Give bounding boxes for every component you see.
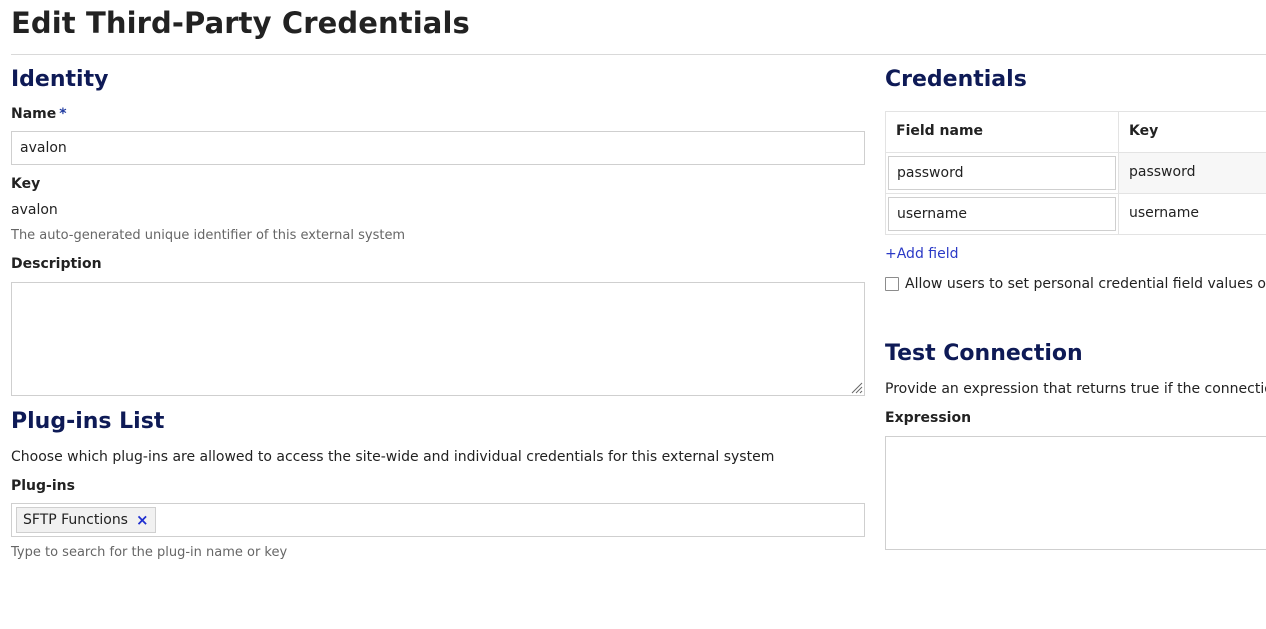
expression-editor[interactable] xyxy=(885,436,1266,550)
description-label: Description xyxy=(11,256,102,272)
key-hint: The auto-generated unique identifier of … xyxy=(11,228,406,243)
table-border-top xyxy=(885,111,1266,112)
field-name-value: password xyxy=(897,165,964,181)
column-header-key: Key xyxy=(1129,123,1159,139)
plugins-hint: Type to search for the plug-in name or k… xyxy=(11,545,288,560)
allow-personal-values-label: Allow users to set personal credential f… xyxy=(905,276,1266,292)
credentials-heading: Credentials xyxy=(885,67,1027,92)
add-field-link[interactable]: +Add field xyxy=(885,246,959,262)
identity-heading: Identity xyxy=(11,67,109,92)
name-input-value: avalon xyxy=(20,140,67,156)
credentials-table: Field name Key password password usernam… xyxy=(885,111,1266,235)
key-value: avalon xyxy=(11,202,58,218)
allow-personal-values-checkbox[interactable] xyxy=(885,277,899,291)
plugins-picker[interactable]: SFTP Functions × xyxy=(11,503,865,537)
expression-label: Expression xyxy=(885,410,972,426)
column-header-field-name: Field name xyxy=(896,123,984,139)
plugin-tag-label: SFTP Functions xyxy=(23,512,128,528)
description-textarea[interactable] xyxy=(11,282,865,396)
key-label: Key xyxy=(11,176,41,192)
field-name-input-username[interactable]: username xyxy=(888,197,1116,231)
table-row-divider xyxy=(885,193,1266,194)
table-border-left xyxy=(885,111,886,235)
table-border-bottom xyxy=(885,234,1266,235)
test-connection-heading: Test Connection xyxy=(885,341,1083,366)
plugin-tag-sftp-functions: SFTP Functions × xyxy=(16,507,156,533)
key-cell-password: password xyxy=(1129,164,1196,180)
plugins-heading: Plug-ins List xyxy=(11,409,165,434)
field-name-value: username xyxy=(897,206,967,222)
required-marker: * xyxy=(59,106,67,122)
field-name-input-password[interactable]: password xyxy=(888,156,1116,190)
resize-handle-icon[interactable] xyxy=(850,381,863,394)
name-input[interactable]: avalon xyxy=(11,131,865,165)
title-divider xyxy=(11,54,1266,55)
remove-tag-icon[interactable]: × xyxy=(136,511,149,529)
allow-personal-values-row: Allow users to set personal credential f… xyxy=(885,275,1266,293)
page-title: Edit Third-Party Credentials xyxy=(11,6,470,40)
name-label: Name * xyxy=(11,106,67,122)
plugins-label: Plug-ins xyxy=(11,478,75,494)
key-cell-username: username xyxy=(1129,205,1199,221)
plugins-instructions: Choose which plug-ins are allowed to acc… xyxy=(11,449,775,465)
test-connection-instructions: Provide an expression that returns true … xyxy=(885,381,1266,397)
name-label-text: Name xyxy=(11,106,57,122)
